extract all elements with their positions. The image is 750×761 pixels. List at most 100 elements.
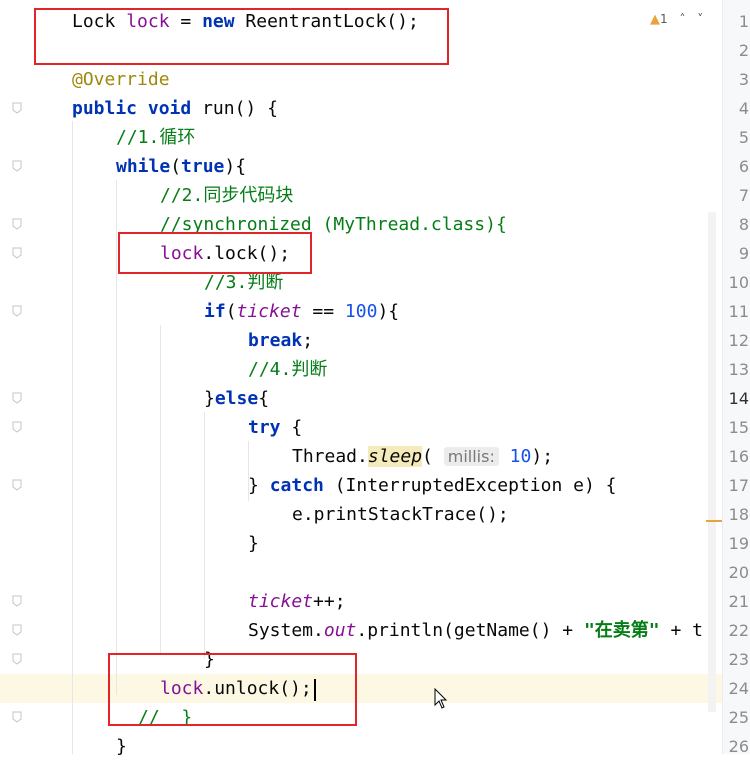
line-number[interactable]: 25 <box>723 703 749 732</box>
code-token: @Override <box>72 69 170 90</box>
code-editor[interactable]: Lock lock = new ReentrantLock(); @Overrid… <box>0 0 750 757</box>
line-number-gutter: 1 2 3 4 5 6 7 8 9 10 11 12 13 14 15 16 17 18 19 20 21 22 23 24 2… <box>722 0 750 756</box>
line-number[interactable]: 4 <box>723 94 749 123</box>
code-line[interactable]: public void run() { <box>72 94 278 123</box>
code-line[interactable]: System.out.println(getName() + "在卖第" + t <box>248 616 703 645</box>
code-line[interactable]: e.printStackTrace(); <box>292 500 509 529</box>
fold-marker-icon[interactable] <box>12 102 22 114</box>
code-token: try <box>248 417 281 438</box>
warning-icon: ▲ <box>650 12 660 27</box>
code-token: ); <box>531 446 554 467</box>
next-highlight-icon[interactable]: ˅ <box>697 12 703 26</box>
code-line[interactable]: } catch (InterruptedException e) { <box>248 471 616 500</box>
mouse-pointer-icon <box>434 688 448 709</box>
line-number[interactable]: 20 <box>723 558 749 587</box>
code-token: { <box>280 417 303 438</box>
line-number[interactable]: 23 <box>723 645 749 674</box>
line-number[interactable]: 11 <box>723 297 749 326</box>
line-number[interactable]: 21 <box>723 587 749 616</box>
code-token: //2.同步代码块 <box>160 185 294 206</box>
line-number[interactable]: 8 <box>723 210 749 239</box>
code-token: while <box>116 156 171 177</box>
line-number[interactable]: 5 <box>723 123 749 152</box>
line-number[interactable]: 2 <box>723 36 749 65</box>
inspection-widget[interactable]: ▲1 ˄ ˅ <box>650 12 703 27</box>
line-number[interactable]: 10 <box>723 268 749 297</box>
fold-marker-icon[interactable] <box>12 595 22 607</box>
code-line[interactable]: @Override <box>72 65 170 94</box>
fold-marker-icon[interactable] <box>12 479 22 491</box>
code-line[interactable]: } <box>116 732 127 761</box>
code-line[interactable]: if(ticket == 100){ <box>204 297 399 326</box>
previous-highlight-icon[interactable]: ˄ <box>679 12 685 26</box>
code-token: e.printStackTrace(); <box>292 504 509 525</box>
code-line[interactable]: //4.判断 <box>248 355 327 384</box>
line-number[interactable]: 13 <box>723 355 749 384</box>
scrollbar-thumb[interactable] <box>708 212 716 712</box>
line-number[interactable]: 1 <box>723 7 749 36</box>
indent-guide <box>160 325 161 655</box>
line-number[interactable]: 26 <box>723 732 749 761</box>
code-token: ){ <box>377 301 400 322</box>
line-number[interactable]: 12 <box>723 326 749 355</box>
code-token: ) <box>224 156 236 177</box>
code-token: == <box>301 301 345 322</box>
fold-marker-icon[interactable] <box>12 218 22 230</box>
code-token: //4.判断 <box>248 359 328 380</box>
code-line[interactable]: } <box>248 529 259 558</box>
fold-marker-icon[interactable] <box>12 421 22 433</box>
fold-marker-icon[interactable] <box>12 305 22 317</box>
code-token: } <box>204 388 215 409</box>
fold-marker-icon[interactable] <box>12 653 22 665</box>
code-token: sleep <box>367 446 423 467</box>
code-line[interactable]: ticket++; <box>248 587 346 616</box>
fold-marker-icon[interactable] <box>12 247 22 259</box>
highlight-box-lock <box>118 232 312 274</box>
line-number[interactable]: 3 <box>723 65 749 94</box>
code-line[interactable]: try { <box>248 413 302 442</box>
code-line[interactable]: Thread.sleep( millis: 10); <box>292 442 553 471</box>
code-token: 100 <box>344 301 378 322</box>
code-token: (InterruptedException e) { <box>323 475 617 496</box>
text-caret <box>314 679 316 701</box>
code-token: void <box>147 98 192 119</box>
code-line[interactable]: break; <box>248 326 313 355</box>
code-token: { <box>258 388 270 409</box>
parameter-hint: millis: <box>443 447 499 466</box>
code-line[interactable]: while(true){ <box>116 152 246 181</box>
fold-marker-icon[interactable] <box>12 624 22 636</box>
code-token: } <box>248 533 259 554</box>
code-token: out <box>323 620 357 641</box>
fold-marker-icon[interactable] <box>12 392 22 404</box>
line-number[interactable]: 9 <box>723 239 749 268</box>
line-number[interactable]: 24 <box>723 674 749 703</box>
fold-marker-icon[interactable] <box>12 711 22 723</box>
error-stripe-mark[interactable] <box>706 520 722 522</box>
line-number[interactable]: 19 <box>723 529 749 558</box>
code-token: ; <box>302 330 314 351</box>
indent-guide <box>204 412 205 658</box>
code-token: .println(getName() + <box>356 620 584 641</box>
code-line[interactable]: //1.循环 <box>116 123 195 152</box>
code-token: //3.判断 <box>204 272 284 293</box>
line-number[interactable]: 14 <box>723 384 749 413</box>
code-line[interactable]: //2.同步代码块 <box>160 181 293 210</box>
line-number[interactable]: 15 <box>723 413 749 442</box>
line-number[interactable]: 7 <box>723 181 749 210</box>
fold-marker-icon[interactable] <box>12 160 22 172</box>
code-token: ticket <box>236 301 302 322</box>
line-number[interactable]: 22 <box>723 616 749 645</box>
line-number[interactable]: 16 <box>723 442 749 471</box>
code-token: ++; <box>313 591 346 612</box>
line-number[interactable]: 18 <box>723 500 749 529</box>
code-token: true <box>181 156 225 177</box>
code-token: ( <box>170 156 182 177</box>
code-token: + t <box>659 620 703 641</box>
code-token: break <box>248 330 303 351</box>
line-number[interactable]: 17 <box>723 471 749 500</box>
line-number[interactable]: 6 <box>723 152 749 181</box>
code-token: //1.循环 <box>116 127 196 148</box>
code-line[interactable]: }else{ <box>204 384 269 413</box>
